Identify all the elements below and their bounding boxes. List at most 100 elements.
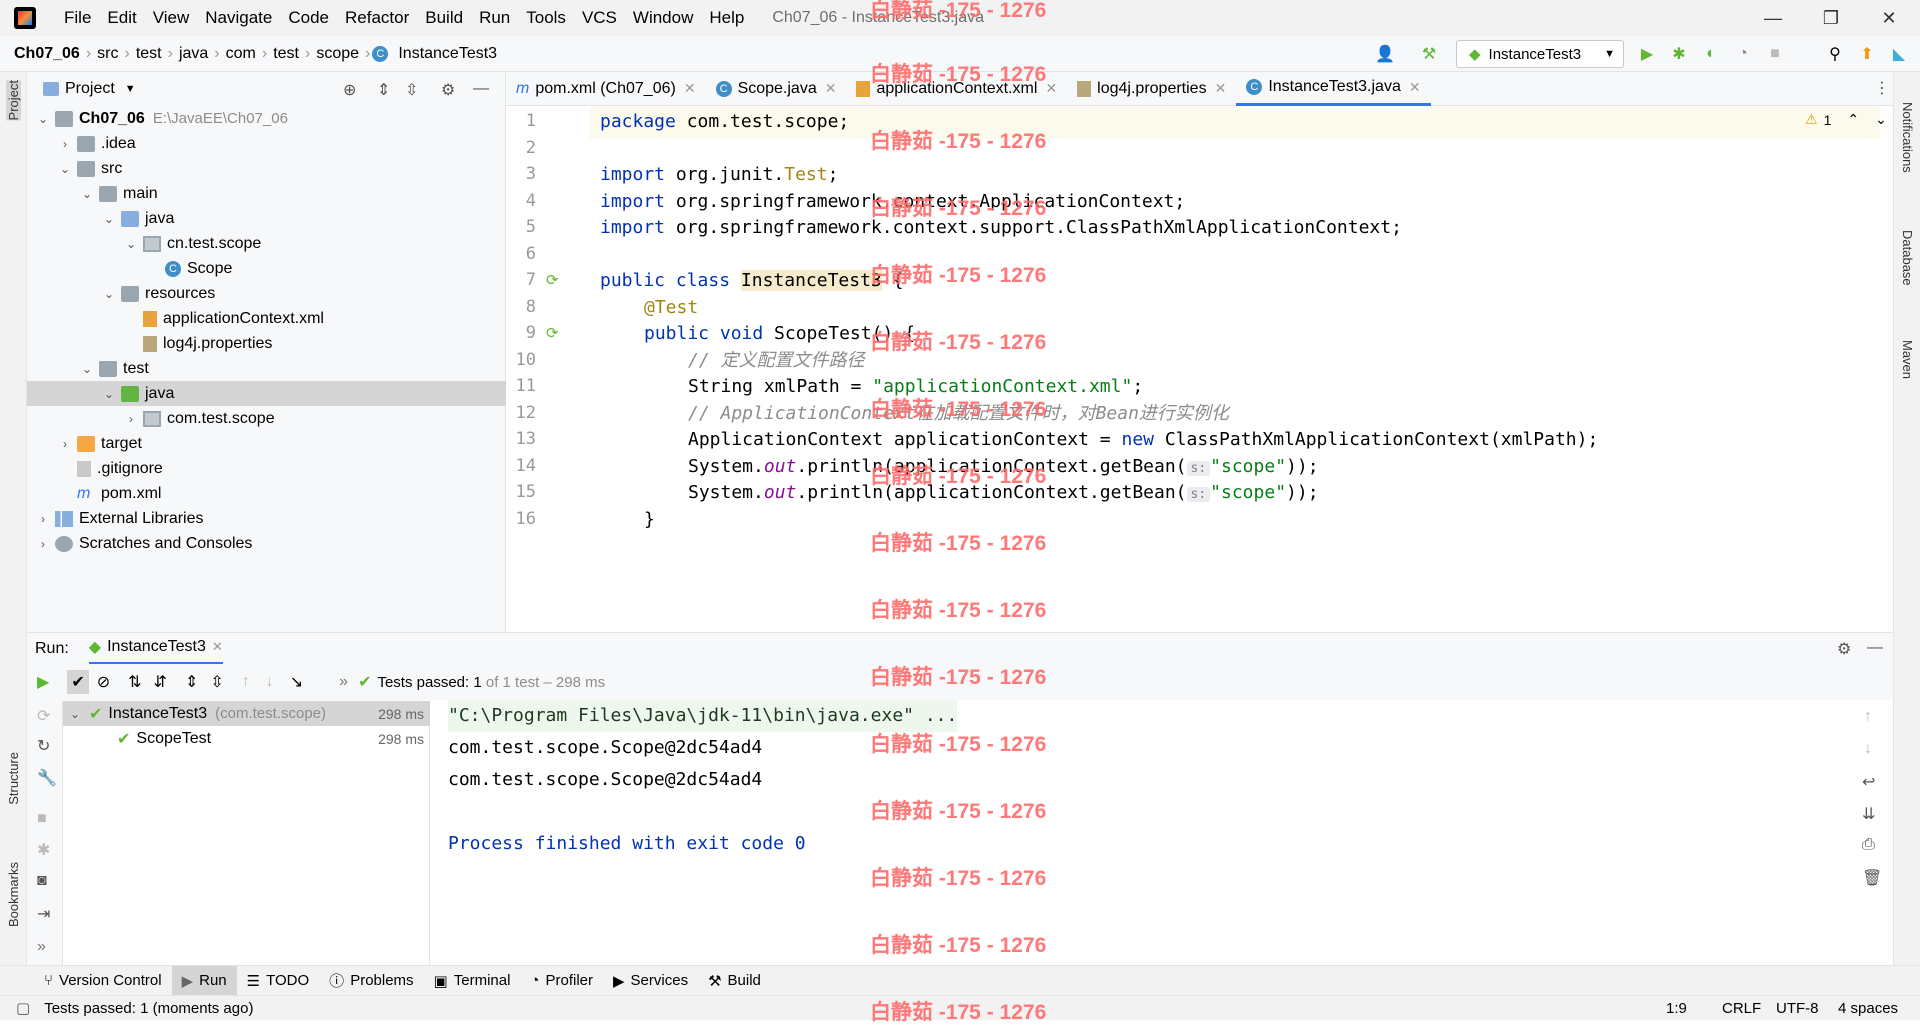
tab-profiler[interactable]: ◔ Profiler xyxy=(520,966,603,996)
gear-icon[interactable]: ⚙ xyxy=(441,80,455,100)
restore-icon[interactable]: ❐ xyxy=(1802,0,1860,36)
user-icon[interactable]: 👤 xyxy=(1372,42,1398,66)
tree-item[interactable]: .gitignore xyxy=(27,456,506,481)
menu-help[interactable]: Help xyxy=(701,8,752,28)
chevron-down-icon[interactable]: ⌄ xyxy=(67,707,83,721)
expand-all-icon[interactable]: ⇕ xyxy=(185,672,198,692)
expand-all-icon[interactable]: ⇕ xyxy=(377,80,390,100)
hide-icon[interactable]: — xyxy=(1867,639,1883,657)
code-editor[interactable]: package com.test.scope; import org.junit… xyxy=(590,106,1887,632)
chevron-down-icon[interactable]: ⌄ xyxy=(123,237,139,251)
tab-log4j-properties[interactable]: log4j.properties ✕ xyxy=(1067,72,1236,106)
close-icon[interactable]: ✕ xyxy=(1045,80,1057,97)
menu-build[interactable]: Build xyxy=(417,8,471,28)
close-icon[interactable]: ✕ xyxy=(1409,79,1421,96)
breadcrumb-item[interactable]: com xyxy=(222,45,260,63)
line-separator[interactable]: CRLF xyxy=(1722,1000,1761,1017)
wrench-icon[interactable]: 🔧 xyxy=(37,768,57,788)
menu-tools[interactable]: Tools xyxy=(518,8,574,28)
tree-item[interactable]: ⌄ java xyxy=(27,381,506,406)
stop-icon[interactable]: ■ xyxy=(1762,42,1788,66)
tree-item[interactable]: › External Libraries xyxy=(27,506,506,531)
prev-failed-icon[interactable]: ↑ xyxy=(242,673,250,691)
tree-item[interactable]: applicationContext.xml xyxy=(27,306,506,331)
show-passed-icon[interactable]: ✔ xyxy=(67,670,89,694)
chevron-down-icon[interactable]: ⌄ xyxy=(35,112,51,126)
collapse-all-icon[interactable]: ⇳ xyxy=(405,80,418,100)
stop-icon[interactable]: ■ xyxy=(37,810,47,828)
tree-item[interactable]: ⌄ main xyxy=(27,181,506,206)
search-icon[interactable]: ⚲ xyxy=(1822,42,1848,66)
tab-terminal[interactable]: ▣ Terminal xyxy=(424,966,521,996)
tab-todo[interactable]: ☰ TODO xyxy=(237,966,320,996)
breadcrumb-item[interactable]: InstanceTest3 xyxy=(394,45,501,63)
chevron-down-icon[interactable]: ⌄ xyxy=(101,212,117,226)
tree-item[interactable]: ⌄ src xyxy=(27,156,506,181)
menu-navigate[interactable]: Navigate xyxy=(197,8,280,28)
close-icon[interactable]: ✕ xyxy=(212,639,223,655)
chevron-down-icon[interactable]: ⌄ xyxy=(101,387,117,401)
breadcrumb-item[interactable]: test xyxy=(269,45,303,63)
exit-icon[interactable]: ⇥ xyxy=(37,904,50,924)
menu-file[interactable]: File xyxy=(56,8,99,28)
menu-run[interactable]: Run xyxy=(471,8,518,28)
menu-window[interactable]: Window xyxy=(625,8,701,28)
tool-window-database[interactable]: Database xyxy=(1900,230,1915,286)
run-config-select[interactable]: ◆ InstanceTest3 ▼ xyxy=(1456,40,1624,68)
tree-item[interactable]: ⌄ Ch07_06 E:\JavaEE\Ch07_06 xyxy=(27,106,506,131)
menu-edit[interactable]: Edit xyxy=(99,8,144,28)
tab-build[interactable]: ⚒ Build xyxy=(698,966,771,996)
breadcrumb-item[interactable]: src xyxy=(93,45,122,63)
camera-icon[interactable]: ◙ xyxy=(37,872,47,890)
close-icon[interactable]: ✕ xyxy=(825,80,837,97)
run-tab[interactable]: ◆ InstanceTest3 ✕ xyxy=(88,633,223,665)
console-output[interactable]: "C:\Program Files\Java\jdk-11\bin\java.e… xyxy=(430,700,1850,965)
arrow-down-icon[interactable]: ↓ xyxy=(1864,740,1872,758)
jetbrains-ai-icon[interactable]: ◣ xyxy=(1886,42,1912,66)
rerun-icon[interactable]: ▶ xyxy=(37,672,49,692)
chevron-down-icon[interactable]: ⌄ xyxy=(1875,111,1887,128)
test-suite-row[interactable]: ⌄ ✔ InstanceTest3 (com.test.scope) 298 m… xyxy=(63,701,430,726)
tool-window-structure[interactable]: Structure xyxy=(6,752,21,805)
tab-scope-java[interactable]: C Scope.java ✕ xyxy=(706,72,847,106)
tree-item[interactable]: ⌄ test xyxy=(27,356,506,381)
chevron-up-icon[interactable]: ⌃ xyxy=(1847,111,1859,128)
chevron-right-icon[interactable]: › xyxy=(57,437,73,451)
soft-wrap-icon[interactable]: ↩ xyxy=(1862,772,1875,792)
chevron-down-icon[interactable]: ▼ xyxy=(125,83,136,95)
menu-code[interactable]: Code xyxy=(280,8,337,28)
tree-item[interactable]: ⌄ cn.test.scope xyxy=(27,231,506,256)
close-icon[interactable]: ✕ xyxy=(1215,80,1227,97)
tab-run[interactable]: ▶ Run xyxy=(171,965,237,996)
project-panel-title[interactable]: Project xyxy=(65,80,115,98)
menu-vcs[interactable]: VCS xyxy=(574,8,625,28)
sort-alpha-icon[interactable]: ⇅ xyxy=(128,672,141,692)
tree-item[interactable]: log4j.properties xyxy=(27,331,506,356)
sort-duration-icon[interactable]: ⇵ xyxy=(154,672,167,692)
chevron-down-icon[interactable]: ⌄ xyxy=(79,187,95,201)
tab-pom-xml[interactable]: m pom.xml (Ch07_06) ✕ xyxy=(506,72,706,106)
breadcrumb-item[interactable]: Ch07_06 xyxy=(10,45,84,63)
tab-problems[interactable]: ⓘ Problems xyxy=(319,966,423,996)
tab-services[interactable]: ▶ Services xyxy=(603,966,698,996)
chevron-right-icon[interactable]: › xyxy=(57,137,73,151)
trash-icon[interactable]: 🗑 xyxy=(1862,868,1882,888)
file-encoding[interactable]: UTF-8 xyxy=(1776,1000,1819,1017)
gear-icon[interactable]: ⚙ xyxy=(1837,639,1851,659)
coverage-icon[interactable]: ◐ xyxy=(1698,42,1724,66)
print-icon[interactable]: ⎙ xyxy=(1862,836,1875,854)
show-ignored-icon[interactable]: ⊘ xyxy=(97,672,110,692)
intellij-logo-icon[interactable] xyxy=(14,7,36,29)
rerun-failed-icon[interactable]: ⟳ xyxy=(37,706,50,726)
close-icon[interactable]: ✕ xyxy=(1860,0,1918,36)
chevron-right-icon[interactable]: › xyxy=(35,537,51,551)
status-message[interactable]: Tests passed: 1 (moments ago) xyxy=(44,1000,253,1017)
debug-icon[interactable]: ✱ xyxy=(1666,42,1692,66)
collapse-all-icon[interactable]: ⇳ xyxy=(210,672,223,692)
minimize-icon[interactable]: — xyxy=(1744,0,1802,36)
tree-item[interactable]: ⌄ java xyxy=(27,206,506,231)
tree-item[interactable]: › com.test.scope xyxy=(27,406,506,431)
menu-refactor[interactable]: Refactor xyxy=(337,8,417,28)
hide-icon[interactable]: — xyxy=(473,80,489,98)
import-tests-icon[interactable]: ↘ xyxy=(290,672,303,692)
